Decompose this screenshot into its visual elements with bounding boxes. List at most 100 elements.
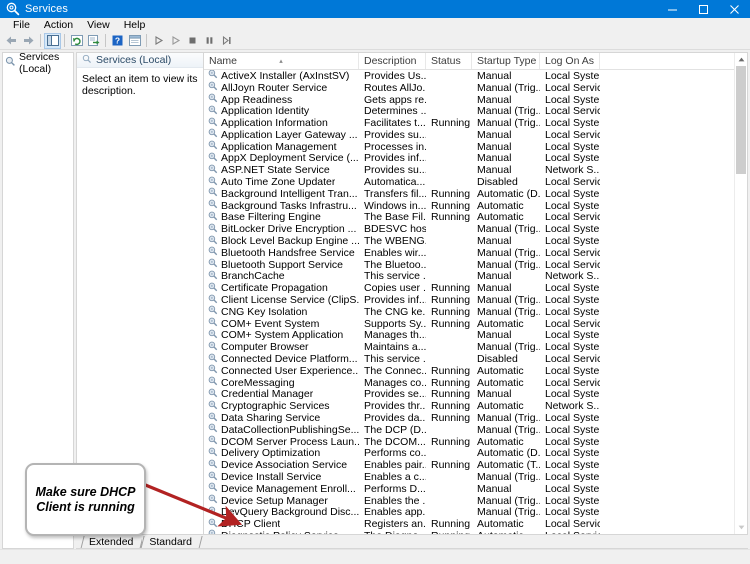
- cell-logon: Local Service: [545, 317, 600, 330]
- service-name: Credential Manager: [221, 388, 314, 401]
- close-button[interactable]: [719, 0, 750, 18]
- menu-item-view[interactable]: View: [80, 18, 117, 32]
- table-row[interactable]: Background Intelligent Tran... Transfers …: [204, 188, 747, 200]
- cell-startup: Manual (Trig...: [477, 305, 540, 318]
- scrollbar-track[interactable]: [735, 66, 747, 521]
- table-row[interactable]: ASP.NET State Service Provides su... Manua…: [204, 164, 747, 176]
- table-row[interactable]: BranchCache This service ... Manual Network…: [204, 270, 747, 282]
- results-top: Services (Local) Select an item to view …: [76, 52, 748, 535]
- table-row[interactable]: COM+ Event System Supports Sy... Running Au…: [204, 318, 747, 330]
- table-row[interactable]: Delivery Optimization Performs co... Autom…: [204, 447, 747, 460]
- table-row[interactable]: CNG Key Isolation The CNG ke... Running Man…: [204, 306, 747, 318]
- cell-logon: Local Syste...: [545, 412, 600, 425]
- restart-service-icon[interactable]: [218, 33, 235, 49]
- cell-logon: Local Syste...: [545, 471, 600, 483]
- tree-item-services-local[interactable]: Services (Local): [5, 51, 73, 75]
- scrollbar-thumb[interactable]: [736, 66, 746, 174]
- table-row[interactable]: Diagnostic Policy ServiceThe Diagno...Ru…: [204, 530, 747, 534]
- menu-item-help[interactable]: Help: [117, 18, 153, 32]
- cell-description: Performs D...: [364, 482, 426, 495]
- cell-logon: Local Service: [545, 211, 600, 224]
- resume-service-icon[interactable]: [167, 33, 184, 49]
- service-name: Cryptographic Services: [221, 400, 330, 413]
- properties-icon[interactable]: [126, 33, 143, 49]
- cell-description: Enables app...: [364, 506, 426, 519]
- table-row[interactable]: AppX Deployment Service (... Provides inf…: [204, 152, 747, 164]
- scroll-down-button[interactable]: [735, 521, 747, 534]
- forward-icon[interactable]: [20, 33, 37, 49]
- table-row[interactable]: Connected Device Platform... This service…: [204, 353, 747, 365]
- column-header-status[interactable]: Status: [426, 53, 472, 69]
- service-name: Background Tasks Infrastru...: [221, 199, 357, 212]
- table-row[interactable]: Application Information Facilitates t... R…: [204, 117, 747, 129]
- table-row[interactable]: Block Level Backup Engine ... The WBENG..…: [204, 235, 747, 247]
- tab-extended-label: Extended: [89, 536, 134, 548]
- table-row[interactable]: Connected User Experience... The Connec..…: [204, 365, 747, 377]
- table-row[interactable]: Application Management Processes in... Man…: [204, 141, 747, 153]
- table-row[interactable]: BitLocker Drive Encryption ... BDESVC hos…: [204, 223, 747, 235]
- table-row[interactable]: Base Filtering Engine The Base Fil... Runn…: [204, 211, 747, 224]
- cell-logon: Local Service: [545, 376, 600, 389]
- toolbar-separator: [64, 34, 65, 47]
- refresh-icon[interactable]: [68, 33, 85, 49]
- export-list-icon[interactable]: [85, 33, 102, 49]
- table-row[interactable]: Bluetooth Handsfree Service Enables wir..…: [204, 247, 747, 259]
- column-header-logon[interactable]: Log On As: [540, 53, 600, 69]
- table-row[interactable]: AllJoyn Router Service Routes AllJo... Man…: [204, 82, 747, 94]
- table-row[interactable]: CoreMessaging Manages co... Running Automat…: [204, 377, 747, 389]
- pause-service-icon[interactable]: [201, 33, 218, 49]
- show-hide-console-tree-icon[interactable]: [44, 32, 61, 49]
- cell-startup: Manual: [477, 128, 512, 141]
- table-row[interactable]: DevQuery Background Disc... Enables app..…: [204, 506, 747, 518]
- table-row[interactable]: Credential Manager Provides se... Running M…: [204, 388, 747, 401]
- start-service-icon[interactable]: [150, 33, 167, 49]
- cell-logon: Local Service: [545, 176, 600, 189]
- menu-item-file[interactable]: File: [6, 18, 37, 32]
- column-header-startup[interactable]: Startup Type: [472, 53, 540, 69]
- cell-description: Gets apps re...: [364, 93, 426, 106]
- cell-description: Processes in...: [364, 140, 426, 153]
- table-row[interactable]: Device Setup Manager Enables the ... Manua…: [204, 495, 747, 507]
- table-row[interactable]: Client License Service (ClipS... Provides…: [204, 294, 747, 306]
- table-row[interactable]: Application Identity Determines ... Manual…: [204, 105, 747, 117]
- service-name: Computer Browser: [221, 341, 309, 354]
- column-header-description[interactable]: Description: [359, 53, 426, 69]
- menu-item-action[interactable]: Action: [37, 18, 80, 32]
- table-row[interactable]: DataCollectionPublishingSe... The DCP (D.…: [204, 424, 747, 436]
- vertical-scrollbar[interactable]: [734, 53, 747, 534]
- service-name: DCOM Server Process Laun...: [221, 435, 359, 448]
- table-row[interactable]: App Readiness Gets apps re... Manual Local …: [204, 94, 747, 106]
- service-name: Block Level Backup Engine ...: [221, 235, 359, 248]
- table-row[interactable]: Auto Time Zone Updater Automatica... Disab…: [204, 176, 747, 188]
- help-icon[interactable]: ?: [109, 33, 126, 49]
- minimize-button[interactable]: [657, 0, 688, 18]
- table-row[interactable]: Background Tasks Infrastru... Windows in.…: [204, 200, 747, 212]
- cell-description: The Bluetoo...: [364, 258, 426, 271]
- cell-status: Running: [431, 211, 471, 224]
- table-row[interactable]: DCOM Server Process Laun... The DCOM... Ru…: [204, 436, 747, 448]
- table-row[interactable]: DHCP Client Registers an... Running Automat…: [204, 518, 747, 530]
- back-icon[interactable]: [3, 33, 20, 49]
- table-row[interactable]: Device Management Enroll... Performs D...…: [204, 483, 747, 495]
- scroll-up-button[interactable]: [735, 53, 747, 66]
- table-row[interactable]: ActiveX Installer (AxInstSV) Provides Us.…: [204, 70, 747, 82]
- table-row[interactable]: Bluetooth Support Service The Bluetoo... M…: [204, 259, 747, 271]
- maximize-button[interactable]: [688, 0, 719, 18]
- cell-description: Enables pair...: [364, 459, 426, 472]
- table-row[interactable]: COM+ System Application Manages th... Manu…: [204, 329, 747, 342]
- cell-description: Manages th...: [364, 329, 426, 342]
- table-row[interactable]: Computer Browser Maintains a... Manual (Tr…: [204, 341, 747, 353]
- table-row[interactable]: Data Sharing Service Provides da... Runnin…: [204, 412, 747, 424]
- cell-logon: Local Service: [545, 81, 600, 94]
- column-header-name[interactable]: Name ▴: [204, 53, 359, 69]
- service-name: Delivery Optimization: [221, 447, 321, 460]
- stop-service-icon[interactable]: [184, 33, 201, 49]
- table-row[interactable]: Cryptographic Services Provides thr... Run…: [204, 400, 747, 412]
- table-row[interactable]: Device Association Service Enables pair..…: [204, 459, 747, 471]
- table-row[interactable]: Device Install Service Enables a c... Manu…: [204, 471, 747, 483]
- tab-extended[interactable]: Extended: [80, 536, 144, 549]
- tab-standard[interactable]: Standard: [140, 536, 203, 549]
- service-name: Certificate Propagation: [221, 282, 328, 295]
- table-row[interactable]: Certificate Propagation Copies user ... Ru…: [204, 282, 747, 294]
- table-row[interactable]: Application Layer Gateway ... Provides su…: [204, 129, 747, 141]
